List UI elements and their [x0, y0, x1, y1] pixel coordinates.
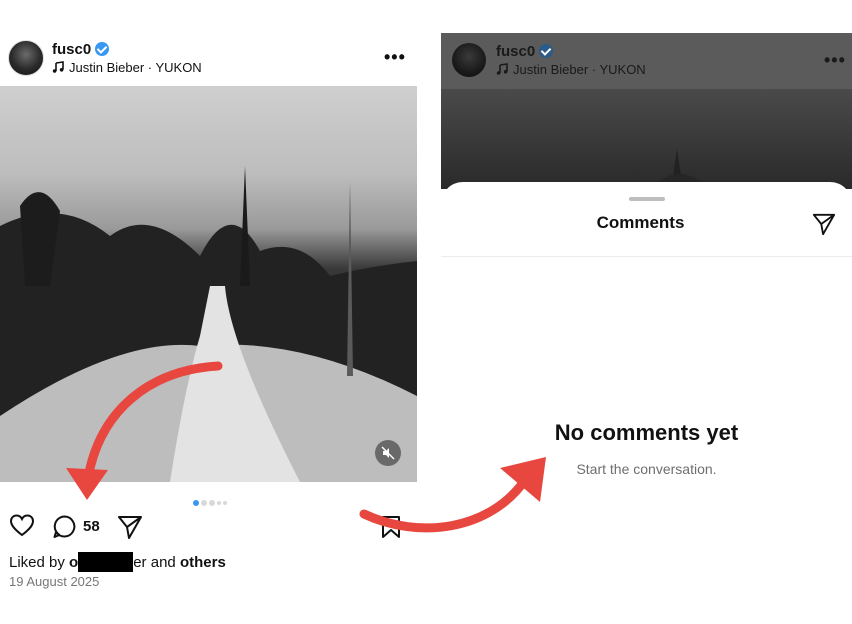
- dimmed-header: [441, 33, 852, 89]
- carousel-dot: [223, 501, 227, 505]
- liked-by[interactable]: Liked by o er and others: [9, 552, 226, 572]
- comment-count[interactable]: 58: [83, 518, 100, 535]
- music-label: Justin Bieber · YUKON: [69, 60, 202, 75]
- carousel-dot: [209, 500, 215, 506]
- more-icon: •••: [824, 50, 846, 70]
- avatar[interactable]: [8, 40, 44, 76]
- sheet-title: Comments: [596, 213, 685, 232]
- post-header: fusc0: [52, 41, 110, 59]
- dimmed-header-user: fusc0: [496, 43, 554, 61]
- username: fusc0: [496, 43, 536, 60]
- carousel-dot: [193, 500, 199, 506]
- username[interactable]: fusc0: [52, 41, 91, 58]
- avatar: [452, 43, 486, 77]
- liked-prefix: Liked by: [9, 554, 70, 571]
- post-image[interactable]: [0, 86, 417, 482]
- share-icon[interactable]: [117, 514, 143, 540]
- heart-icon[interactable]: [9, 514, 35, 538]
- dimmed-post-image: [441, 89, 852, 189]
- comments-sheet: Comments No comments yet Start the conve…: [441, 182, 852, 624]
- verified-badge-icon: [95, 42, 110, 56]
- music-info[interactable]: Justin Bieber · YUKON: [52, 60, 202, 75]
- drag-handle[interactable]: [629, 197, 665, 201]
- liked-user-partial-start[interactable]: o: [69, 554, 78, 571]
- liked-others-link[interactable]: others: [180, 554, 226, 571]
- verified-badge-icon: [539, 44, 554, 58]
- comment-icon[interactable]: [52, 514, 78, 540]
- send-icon[interactable]: [812, 212, 836, 236]
- music-note-icon: [52, 61, 64, 73]
- landscape-graphic: [0, 166, 417, 482]
- carousel-indicator: [192, 493, 228, 511]
- music-info: Justin Bieber · YUKON: [496, 62, 646, 77]
- music-label: Justin Bieber · YUKON: [513, 62, 646, 77]
- redaction-box: [78, 552, 134, 572]
- carousel-dot: [217, 501, 221, 505]
- music-note-icon: [496, 63, 508, 75]
- dimmed-landscape-graphic: [651, 149, 711, 189]
- mute-icon[interactable]: [375, 440, 401, 466]
- carousel-dot: [201, 500, 207, 506]
- bookmark-icon[interactable]: [381, 515, 401, 539]
- empty-state-title: No comments yet: [554, 420, 739, 445]
- sheet-divider: [441, 256, 852, 257]
- more-icon[interactable]: •••: [384, 48, 406, 66]
- liked-and: and: [146, 554, 180, 571]
- post-date: 19 August 2025: [9, 574, 100, 589]
- liked-user-partial-end: er: [133, 554, 147, 571]
- empty-state-subtitle: Start the conversation.: [576, 461, 717, 477]
